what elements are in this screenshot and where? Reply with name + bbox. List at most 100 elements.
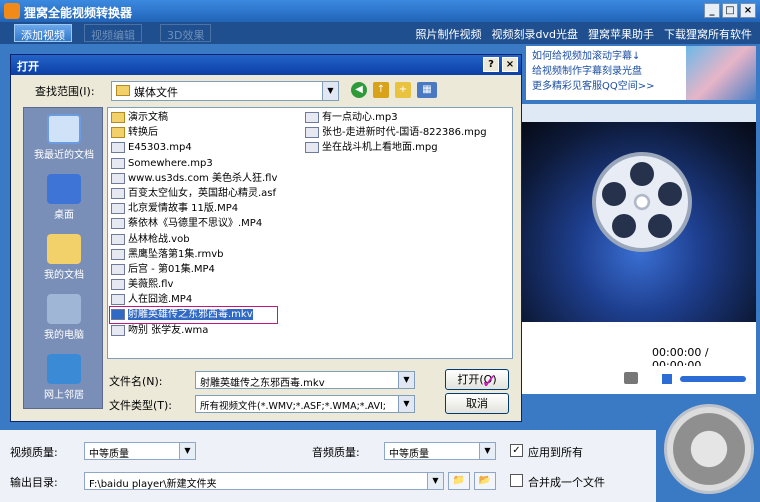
top-links: 照片制作视频 视频刻录dvd光盘 狸窝苹果助手 下载狸窝所有软件 bbox=[416, 26, 752, 42]
video-quality-select[interactable]: 中等质量 ▼ bbox=[84, 442, 196, 460]
file-item[interactable]: www.us3ds.com 美色杀人狂.flv bbox=[110, 171, 277, 186]
promo-links: 如何给视频加滚动字幕↓ 给视频制作字幕刻录光盘 更多精彩见客服QQ空间>> bbox=[526, 46, 686, 100]
file-name: 张也-走进新时代-国语-822386.mpg bbox=[322, 127, 487, 139]
promo-link[interactable]: 给视频制作字幕刻录光盘 bbox=[532, 64, 680, 79]
file-list[interactable]: 演示文稿转换后 E45303.mp4 Somewhere.mp3 www.us3ds.… bbox=[107, 107, 513, 359]
dialog-nav: ◀ ↑ + ▦ bbox=[351, 82, 437, 98]
promo-link[interactable]: 更多精彩见客服QQ空间>> bbox=[532, 79, 680, 94]
file-item[interactable]: 美薇熙.flv bbox=[110, 277, 277, 292]
folder-icon bbox=[116, 85, 130, 96]
convert-button[interactable] bbox=[664, 404, 754, 494]
camera-icon[interactable] bbox=[624, 372, 638, 384]
video-quality-label: 视频质量: bbox=[10, 446, 58, 459]
filename-input[interactable]: 射雕英雄传之东邪西毒.mkv ▼ bbox=[195, 371, 415, 389]
file-item[interactable]: 演示文稿 bbox=[110, 110, 277, 125]
browse-folder-icon[interactable]: 📁 bbox=[448, 472, 470, 490]
file-item[interactable]: 射雕英雄传之东邪西毒.mkv bbox=[108, 306, 279, 324]
file-item[interactable]: 百变太空仙女，英国甜心精灵.asf bbox=[110, 186, 277, 201]
media-file-icon bbox=[305, 127, 319, 139]
file-name: 射雕英雄传之东邪西毒.mkv bbox=[128, 309, 253, 321]
up-folder-icon[interactable]: ↑ bbox=[373, 82, 389, 98]
file-item[interactable]: 丛林枪战.vob bbox=[110, 232, 277, 247]
file-item[interactable]: 张也-走进新时代-国语-822386.mpg bbox=[304, 125, 487, 140]
media-file-icon bbox=[111, 172, 125, 184]
file-item[interactable]: 蔡依林《马德里不思议》.MP4 bbox=[110, 216, 277, 231]
seek-bar[interactable] bbox=[522, 322, 756, 344]
my-computer-icon bbox=[47, 294, 81, 324]
output-dir-label: 输出目录: bbox=[10, 476, 58, 489]
merge-label: 合并成一个文件 bbox=[528, 476, 605, 489]
file-item[interactable]: 转换后 bbox=[110, 125, 277, 140]
media-file-icon bbox=[111, 263, 125, 275]
open-button[interactable]: 打开(O) bbox=[445, 369, 509, 390]
view-menu-icon[interactable]: ▦ bbox=[417, 82, 437, 98]
file-item[interactable]: 后宫 - 第01集.MP4 bbox=[110, 262, 277, 277]
look-in-select[interactable]: 媒体文件 ▼ bbox=[111, 81, 339, 101]
open-folder-icon[interactable]: 📂 bbox=[474, 472, 496, 490]
checkmark-annotation-icon: ✓ bbox=[481, 369, 498, 393]
apply-all-checkbox[interactable]: ✓ bbox=[510, 444, 523, 457]
file-item[interactable]: 吻别 张学友.wma bbox=[110, 323, 277, 338]
speaker-icon[interactable] bbox=[662, 374, 672, 384]
recent-docs-icon bbox=[47, 114, 81, 144]
file-item[interactable]: 黑鹰坠落第1集.rmvb bbox=[110, 247, 277, 262]
new-folder-icon[interactable]: + bbox=[395, 82, 411, 98]
file-item[interactable]: 有一点动心.mp3 bbox=[304, 110, 487, 125]
place-recent[interactable]: 我最近的文档 bbox=[24, 114, 104, 161]
cancel-button[interactable]: 取消 bbox=[445, 393, 509, 414]
output-dir-select[interactable]: F:\baidu player\新建文件夹 ▼ bbox=[84, 472, 444, 490]
filename-value: 射雕英雄传之东邪西毒.mkv bbox=[200, 378, 325, 389]
app-title: 狸窝全能视频转换器 bbox=[24, 6, 133, 20]
file-name: 美薇熙.flv bbox=[128, 279, 174, 291]
audio-quality-value: 中等质量 bbox=[389, 449, 429, 460]
back-icon[interactable]: ◀ bbox=[351, 82, 367, 98]
app-logo-icon bbox=[4, 3, 20, 19]
volume-slider[interactable] bbox=[680, 376, 746, 382]
chevron-down-icon: ▼ bbox=[322, 82, 338, 100]
app-titlebar: 狸窝全能视频转换器 _ □ × bbox=[0, 0, 760, 22]
minimize-button[interactable]: _ bbox=[704, 3, 720, 18]
maximize-button[interactable]: □ bbox=[722, 3, 738, 18]
media-file-icon bbox=[305, 112, 319, 123]
help-button[interactable]: ? bbox=[483, 57, 499, 72]
file-name: Somewhere.mp3 bbox=[128, 157, 213, 169]
filetype-select[interactable]: 所有视频文件(*.WMV;*.ASF;*.WMA;*.AVI; ▼ bbox=[195, 395, 415, 413]
edit-video-button[interactable]: 视频编辑 bbox=[84, 24, 142, 42]
effects-3d-button[interactable]: 3D效果 bbox=[160, 24, 212, 42]
chevron-down-icon: ▼ bbox=[427, 473, 443, 489]
look-in-value: 媒体文件 bbox=[134, 86, 178, 99]
place-desktop[interactable]: 桌面 bbox=[24, 174, 104, 221]
link-photo-video[interactable]: 照片制作视频 bbox=[416, 26, 482, 42]
file-name: 丛林枪战.vob bbox=[128, 233, 190, 245]
file-item[interactable]: Somewhere.mp3 bbox=[110, 156, 277, 171]
media-file-icon bbox=[111, 294, 125, 306]
preview-screen bbox=[522, 122, 756, 322]
place-network[interactable]: 网上邻居 bbox=[24, 354, 104, 401]
link-burn-dvd[interactable]: 视频刻录dvd光盘 bbox=[492, 26, 578, 42]
media-file-icon bbox=[111, 218, 125, 230]
close-button[interactable]: × bbox=[740, 3, 756, 18]
place-my-computer-label: 我的电脑 bbox=[44, 330, 84, 341]
dialog-close-button[interactable]: × bbox=[502, 57, 518, 72]
ad-banner-image[interactable] bbox=[686, 46, 756, 100]
file-item[interactable]: 坐在战斗机上看地面.mpg bbox=[304, 140, 487, 155]
audio-quality-select[interactable]: 中等质量 ▼ bbox=[384, 442, 496, 460]
filename-label: 文件名(N): bbox=[109, 375, 163, 388]
desktop-icon bbox=[47, 174, 81, 204]
file-name: 转换后 bbox=[128, 127, 158, 139]
link-apple-helper[interactable]: 狸窝苹果助手 bbox=[588, 26, 654, 42]
file-item[interactable]: 北京爱情故事 11版.MP4 bbox=[110, 201, 277, 216]
place-desktop-label: 桌面 bbox=[54, 210, 74, 221]
link-download-all[interactable]: 下载狸窝所有软件 bbox=[664, 26, 752, 42]
file-name: 吻别 张学友.wma bbox=[128, 324, 209, 336]
file-item[interactable]: E45303.mp4 bbox=[110, 140, 277, 155]
file-item[interactable]: 人在囧途.MP4 bbox=[110, 292, 277, 307]
promo-link[interactable]: 如何给视频加滚动字幕↓ bbox=[532, 49, 680, 64]
merge-checkbox[interactable] bbox=[510, 474, 523, 487]
place-my-documents[interactable]: 我的文档 bbox=[24, 234, 104, 281]
file-name: www.us3ds.com 美色杀人狂.flv bbox=[128, 172, 278, 184]
media-file-icon bbox=[111, 233, 125, 245]
add-video-button[interactable]: 添加视频 bbox=[14, 24, 72, 42]
place-my-computer[interactable]: 我的电脑 bbox=[24, 294, 104, 341]
file-column-2: 有一点动心.mp3 张也-走进新时代-国语-822386.mpg 坐在战斗机上看地面… bbox=[304, 110, 487, 156]
